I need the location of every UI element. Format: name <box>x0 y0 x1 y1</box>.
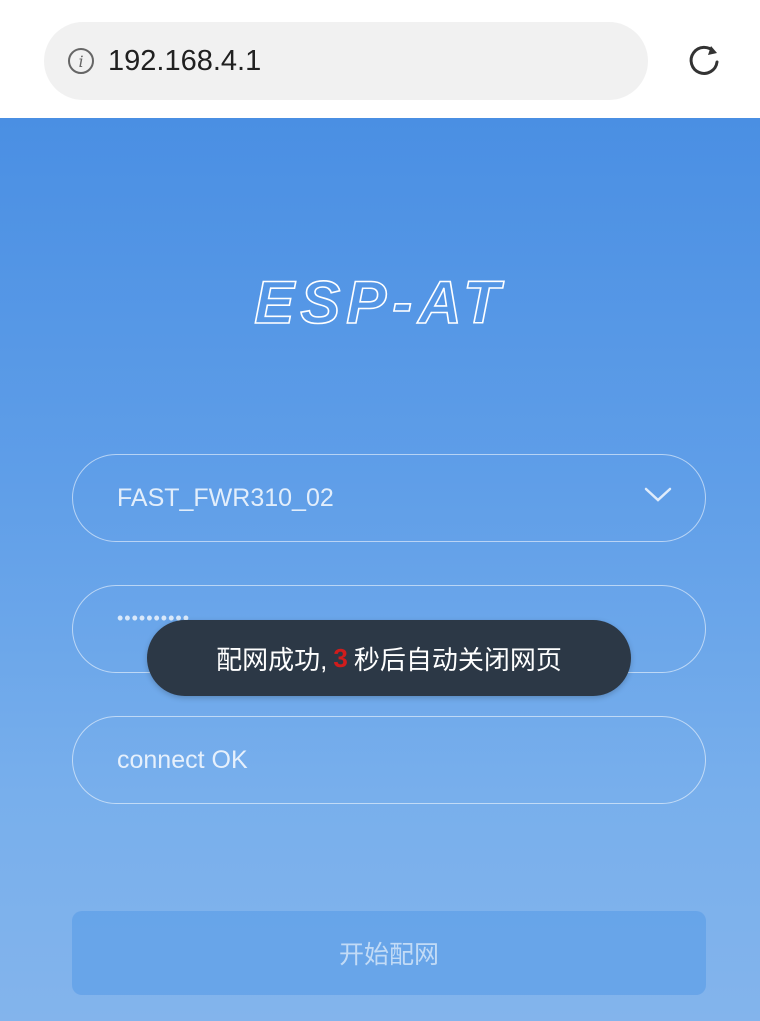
toast-suffix: 秒后自动关闭网页 <box>353 644 562 675</box>
address-bar[interactable]: i 192.168.4.1 <box>44 22 648 100</box>
toast-prefix: 配网成功, <box>216 644 328 675</box>
browser-toolbar: i 192.168.4.1 <box>0 0 760 118</box>
logo-text: ESP-AT <box>254 269 506 336</box>
success-toast: 配网成功, 3 秒后自动关闭网页 <box>147 620 631 696</box>
chevron-down-icon[interactable] <box>643 485 673 505</box>
toast-countdown: 3 <box>333 642 348 673</box>
url-text[interactable]: 192.168.4.1 <box>108 45 261 78</box>
config-page: ESP-AT FAST_FWR310_02 •••••••••• connect… <box>0 118 760 1021</box>
ssid-select[interactable]: FAST_FWR310_02 <box>72 454 706 542</box>
info-icon[interactable]: i <box>68 48 94 74</box>
status-text: connect OK <box>117 745 248 774</box>
start-config-button[interactable]: 开始配网 <box>72 911 706 995</box>
esp-at-logo: ESP-AT <box>0 268 760 343</box>
reload-icon[interactable] <box>684 40 724 80</box>
ssid-value: FAST_FWR310_02 <box>117 483 334 512</box>
status-field[interactable]: connect OK <box>72 716 706 804</box>
